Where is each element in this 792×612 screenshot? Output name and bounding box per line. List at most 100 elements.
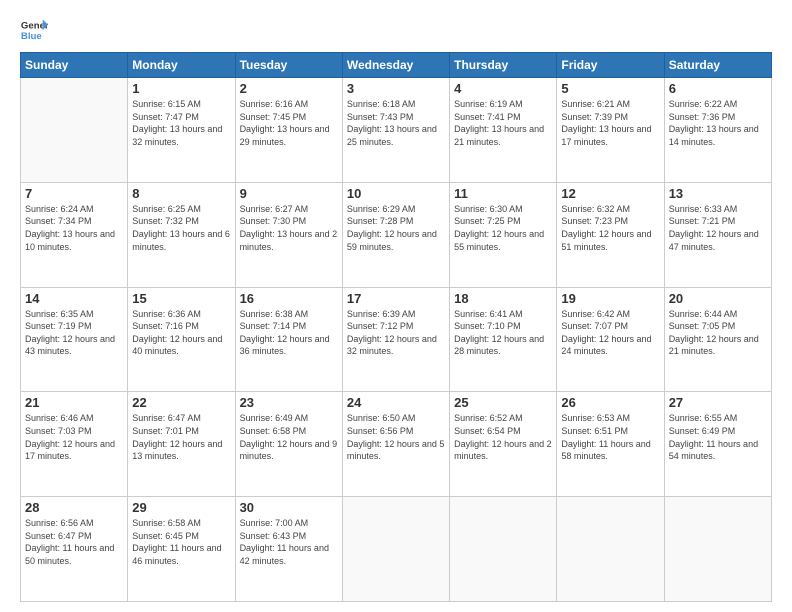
day-number: 4 — [454, 81, 552, 96]
day-cell: 21 Sunrise: 6:46 AM Sunset: 7:03 PM Dayli… — [21, 392, 128, 497]
day-info: Sunrise: 6:22 AM Sunset: 7:36 PM Dayligh… — [669, 98, 767, 148]
day-cell: 23 Sunrise: 6:49 AM Sunset: 6:58 PM Dayli… — [235, 392, 342, 497]
day-info: Sunrise: 6:58 AM Sunset: 6:45 PM Dayligh… — [132, 517, 230, 567]
day-cell: 27 Sunrise: 6:55 AM Sunset: 6:49 PM Dayli… — [664, 392, 771, 497]
day-number: 1 — [132, 81, 230, 96]
day-info: Sunrise: 6:36 AM Sunset: 7:16 PM Dayligh… — [132, 308, 230, 358]
day-cell: 30 Sunrise: 7:00 AM Sunset: 6:43 PM Dayli… — [235, 497, 342, 602]
day-info: Sunrise: 6:42 AM Sunset: 7:07 PM Dayligh… — [561, 308, 659, 358]
day-number: 14 — [25, 291, 123, 306]
day-cell: 19 Sunrise: 6:42 AM Sunset: 7:07 PM Dayli… — [557, 287, 664, 392]
day-info: Sunrise: 6:46 AM Sunset: 7:03 PM Dayligh… — [25, 412, 123, 462]
day-cell: 15 Sunrise: 6:36 AM Sunset: 7:16 PM Dayli… — [128, 287, 235, 392]
day-info: Sunrise: 6:27 AM Sunset: 7:30 PM Dayligh… — [240, 203, 338, 253]
day-info: Sunrise: 6:15 AM Sunset: 7:47 PM Dayligh… — [132, 98, 230, 148]
day-number: 25 — [454, 395, 552, 410]
day-cell: 17Sunrise: 6:39 AM Sunset: 7:12 PM Dayli… — [342, 287, 449, 392]
day-info: Sunrise: 6:50 AM Sunset: 6:56 PM Dayligh… — [347, 412, 445, 462]
day-cell: 28Sunrise: 6:56 AM Sunset: 6:47 PM Dayli… — [21, 497, 128, 602]
day-number: 11 — [454, 186, 552, 201]
day-cell: 9 Sunrise: 6:27 AM Sunset: 7:30 PM Daylig… — [235, 182, 342, 287]
day-number: 6 — [669, 81, 767, 96]
day-cell — [450, 497, 557, 602]
day-number: 8 — [132, 186, 230, 201]
day-info: Sunrise: 6:29 AM Sunset: 7:28 PM Dayligh… — [347, 203, 445, 253]
week-row-3: 14 Sunrise: 6:35 AM Sunset: 7:19 PM Dayli… — [21, 287, 772, 392]
day-cell: 26Sunrise: 6:53 AM Sunset: 6:51 PM Dayli… — [557, 392, 664, 497]
logo-icon: General Blue — [20, 16, 48, 44]
day-number: 9 — [240, 186, 338, 201]
day-number: 16 — [240, 291, 338, 306]
day-number: 5 — [561, 81, 659, 96]
day-number: 21 — [25, 395, 123, 410]
day-info: Sunrise: 6:52 AM Sunset: 6:54 PM Dayligh… — [454, 412, 552, 462]
weekday-tuesday: Tuesday — [235, 53, 342, 78]
day-cell: 16 Sunrise: 6:38 AM Sunset: 7:14 PM Dayli… — [235, 287, 342, 392]
day-number: 20 — [669, 291, 767, 306]
day-number: 23 — [240, 395, 338, 410]
day-cell — [342, 497, 449, 602]
day-number: 30 — [240, 500, 338, 515]
day-cell: 3Sunrise: 6:18 AM Sunset: 7:43 PM Daylig… — [342, 78, 449, 183]
calendar-table: SundayMondayTuesdayWednesdayThursdayFrid… — [20, 52, 772, 602]
day-info: Sunrise: 6:56 AM Sunset: 6:47 PM Dayligh… — [25, 517, 123, 567]
week-row-4: 21 Sunrise: 6:46 AM Sunset: 7:03 PM Dayli… — [21, 392, 772, 497]
day-number: 12 — [561, 186, 659, 201]
day-info: Sunrise: 6:33 AM Sunset: 7:21 PM Dayligh… — [669, 203, 767, 253]
day-number: 18 — [454, 291, 552, 306]
day-cell: 25 Sunrise: 6:52 AM Sunset: 6:54 PM Dayli… — [450, 392, 557, 497]
svg-text:Blue: Blue — [21, 31, 42, 42]
day-cell: 13 Sunrise: 6:33 AM Sunset: 7:21 PM Dayli… — [664, 182, 771, 287]
weekday-monday: Monday — [128, 53, 235, 78]
day-number: 10 — [347, 186, 445, 201]
day-number: 15 — [132, 291, 230, 306]
day-number: 13 — [669, 186, 767, 201]
day-number: 19 — [561, 291, 659, 306]
day-info: Sunrise: 6:21 AM Sunset: 7:39 PM Dayligh… — [561, 98, 659, 148]
week-row-1: 1 Sunrise: 6:15 AM Sunset: 7:47 PM Daylig… — [21, 78, 772, 183]
day-info: Sunrise: 6:47 AM Sunset: 7:01 PM Dayligh… — [132, 412, 230, 462]
day-number: 27 — [669, 395, 767, 410]
day-cell: 14 Sunrise: 6:35 AM Sunset: 7:19 PM Dayli… — [21, 287, 128, 392]
day-cell: 22 Sunrise: 6:47 AM Sunset: 7:01 PM Dayli… — [128, 392, 235, 497]
day-cell: 2 Sunrise: 6:16 AM Sunset: 7:45 PM Daylig… — [235, 78, 342, 183]
day-cell: 5 Sunrise: 6:21 AM Sunset: 7:39 PM Daylig… — [557, 78, 664, 183]
day-cell: 11 Sunrise: 6:30 AM Sunset: 7:25 PM Dayli… — [450, 182, 557, 287]
day-info: Sunrise: 6:30 AM Sunset: 7:25 PM Dayligh… — [454, 203, 552, 253]
day-info: Sunrise: 6:53 AM Sunset: 6:51 PM Dayligh… — [561, 412, 659, 462]
logo: General Blue — [20, 16, 48, 44]
day-info: Sunrise: 6:55 AM Sunset: 6:49 PM Dayligh… — [669, 412, 767, 462]
day-cell: 6 Sunrise: 6:22 AM Sunset: 7:36 PM Daylig… — [664, 78, 771, 183]
day-cell: 4 Sunrise: 6:19 AM Sunset: 7:41 PM Daylig… — [450, 78, 557, 183]
day-info: Sunrise: 6:41 AM Sunset: 7:10 PM Dayligh… — [454, 308, 552, 358]
day-info: Sunrise: 6:16 AM Sunset: 7:45 PM Dayligh… — [240, 98, 338, 148]
day-cell: 1 Sunrise: 6:15 AM Sunset: 7:47 PM Daylig… — [128, 78, 235, 183]
day-cell: 24 Sunrise: 6:50 AM Sunset: 6:56 PM Dayli… — [342, 392, 449, 497]
day-cell: 8 Sunrise: 6:25 AM Sunset: 7:32 PM Daylig… — [128, 182, 235, 287]
weekday-sunday: Sunday — [21, 53, 128, 78]
weekday-thursday: Thursday — [450, 53, 557, 78]
day-cell: 29Sunrise: 6:58 AM Sunset: 6:45 PM Dayli… — [128, 497, 235, 602]
weekday-header-row: SundayMondayTuesdayWednesdayThursdayFrid… — [21, 53, 772, 78]
day-cell: 20 Sunrise: 6:44 AM Sunset: 7:05 PM Dayli… — [664, 287, 771, 392]
day-info: Sunrise: 6:44 AM Sunset: 7:05 PM Dayligh… — [669, 308, 767, 358]
day-cell: 7Sunrise: 6:24 AM Sunset: 7:34 PM Daylig… — [21, 182, 128, 287]
day-info: Sunrise: 7:00 AM Sunset: 6:43 PM Dayligh… — [240, 517, 338, 567]
day-number: 17 — [347, 291, 445, 306]
day-info: Sunrise: 6:35 AM Sunset: 7:19 PM Dayligh… — [25, 308, 123, 358]
day-cell: 10 Sunrise: 6:29 AM Sunset: 7:28 PM Dayli… — [342, 182, 449, 287]
day-info: Sunrise: 6:18 AM Sunset: 7:43 PM Dayligh… — [347, 98, 445, 148]
day-number: 2 — [240, 81, 338, 96]
day-info: Sunrise: 6:32 AM Sunset: 7:23 PM Dayligh… — [561, 203, 659, 253]
day-info: Sunrise: 6:38 AM Sunset: 7:14 PM Dayligh… — [240, 308, 338, 358]
day-number: 22 — [132, 395, 230, 410]
day-number: 24 — [347, 395, 445, 410]
day-info: Sunrise: 6:49 AM Sunset: 6:58 PM Dayligh… — [240, 412, 338, 462]
day-cell — [21, 78, 128, 183]
day-info: Sunrise: 6:19 AM Sunset: 7:41 PM Dayligh… — [454, 98, 552, 148]
header: General Blue — [20, 16, 772, 44]
day-cell — [557, 497, 664, 602]
day-info: Sunrise: 6:25 AM Sunset: 7:32 PM Dayligh… — [132, 203, 230, 253]
day-cell: 12 Sunrise: 6:32 AM Sunset: 7:23 PM Dayli… — [557, 182, 664, 287]
page: General Blue SundayMondayTuesdayWednesda… — [0, 0, 792, 612]
